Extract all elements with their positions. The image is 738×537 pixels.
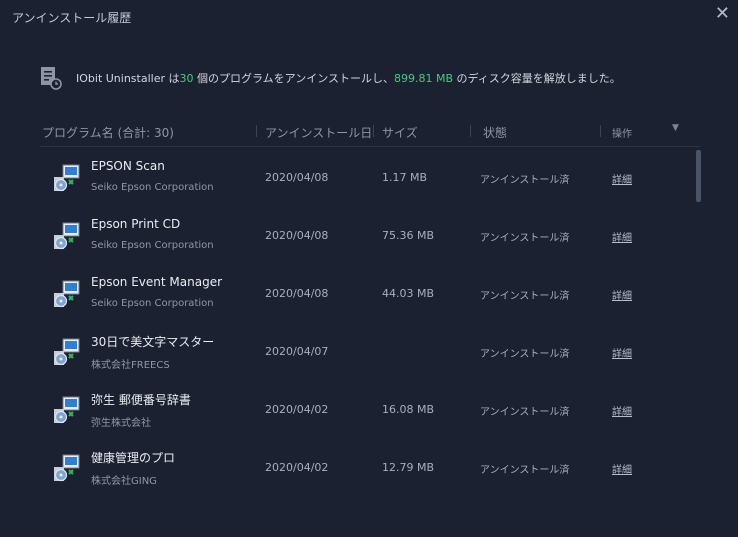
freed-size: 899.81 MB	[394, 72, 454, 85]
status-text: アンインストール済	[480, 349, 570, 360]
publisher: Seiko Epson Corporation	[91, 182, 214, 193]
uninstall-date: 2020/04/07	[265, 345, 329, 358]
program-size: 16.08 MB	[382, 403, 435, 416]
close-icon[interactable]: ✕	[715, 5, 730, 23]
uninstall-date: 2020/04/08	[265, 229, 329, 242]
status-text: アンインストール済	[480, 291, 570, 302]
installer-package-icon	[54, 396, 80, 424]
summary-mid: 個のプログラムをアンインストールし、	[197, 72, 395, 85]
column-divider	[256, 125, 257, 137]
status-text: アンインストール済	[480, 407, 570, 418]
summary-prefix: IObit Uninstaller は	[76, 72, 180, 85]
installer-package-icon	[54, 164, 80, 192]
history-list: EPSON Scan Seiko Epson Corporation 2020/…	[40, 147, 696, 495]
uninstall-date: 2020/04/02	[265, 461, 329, 474]
header-size[interactable]: サイズ	[382, 124, 418, 141]
program-size: 75.36 MB	[382, 229, 435, 242]
program-name: 弥生 郵便番号辞書	[91, 393, 191, 407]
status-text: アンインストール済	[480, 465, 570, 476]
table-row[interactable]: EPSON Scan Seiko Epson Corporation 2020/…	[40, 147, 696, 205]
status-text: アンインストール済	[480, 233, 570, 244]
window-title: アンインストール履歴	[12, 11, 132, 25]
publisher: 弥生株式会社	[91, 418, 151, 429]
table-row[interactable]: Epson Print CD Seiko Epson Corporation 2…	[40, 205, 696, 263]
title-bar: アンインストール履歴 ✕	[0, 0, 738, 32]
summary-text: IObit Uninstaller は30 個のプログラムをアンインストールし、…	[76, 70, 621, 86]
program-name: Epson Print CD	[91, 217, 181, 231]
header-program[interactable]: プログラム名 (合計: 30)	[42, 124, 174, 141]
table-row[interactable]: 弥生 郵便番号辞書 弥生株式会社 2020/04/02 16.08 MB アンイ…	[40, 379, 696, 437]
status-text: アンインストール済	[480, 175, 570, 186]
scrollbar-thumb[interactable]	[696, 150, 701, 202]
program-name: 健康管理のプロ	[91, 451, 176, 465]
details-link[interactable]: 詳細	[612, 403, 632, 418]
program-name: Epson Event Manager	[91, 275, 223, 289]
publisher: 株式会社GING	[91, 476, 157, 487]
details-link[interactable]: 詳細	[612, 171, 632, 186]
table-row[interactable]: 健康管理のプロ 株式会社GING 2020/04/02 12.79 MB アンイ…	[40, 437, 696, 495]
installer-package-icon	[54, 222, 80, 250]
program-size: 12.79 MB	[382, 461, 435, 474]
details-link[interactable]: 詳細	[612, 229, 632, 244]
header-status[interactable]: 状態	[483, 124, 507, 141]
table-row[interactable]: 30日で美文字マスター 株式会社FREECS 2020/04/07 アンインスト…	[40, 321, 696, 379]
scrollbar[interactable]	[696, 150, 702, 510]
details-link[interactable]: 詳細	[612, 461, 632, 476]
installer-package-icon	[54, 338, 80, 366]
publisher: Seiko Epson Corporation	[91, 240, 214, 251]
summary-banner: IObit Uninstaller は30 個のプログラムをアンインストールし、…	[40, 66, 621, 90]
summary-suffix: のディスク容量を解放しました。	[456, 72, 621, 85]
program-size: 44.03 MB	[382, 287, 435, 300]
publisher: 株式会社FREECS	[91, 360, 170, 371]
column-divider	[373, 125, 374, 137]
sort-dropdown-icon[interactable]: ▼	[672, 123, 679, 133]
details-link[interactable]: 詳細	[612, 287, 632, 302]
details-link[interactable]: 詳細	[612, 345, 632, 360]
table-row[interactable]: Epson Event Manager Seiko Epson Corporat…	[40, 263, 696, 321]
program-size: 1.17 MB	[382, 171, 428, 184]
uninstall-date: 2020/04/08	[265, 287, 329, 300]
header-date[interactable]: アンインストール日	[265, 124, 372, 141]
table-header: プログラム名 (合計: 30) アンインストール日 サイズ 状態 操作 ▼	[40, 116, 700, 147]
column-divider	[470, 125, 471, 137]
program-name: 30日で美文字マスター	[91, 335, 215, 349]
document-clock-icon	[41, 67, 62, 90]
installer-package-icon	[54, 280, 80, 308]
uninstall-date: 2020/04/08	[265, 171, 329, 184]
header-action[interactable]: 操作	[612, 125, 632, 140]
installer-package-icon	[54, 454, 80, 482]
publisher: Seiko Epson Corporation	[91, 298, 214, 309]
uninstall-date: 2020/04/02	[265, 403, 329, 416]
program-name: EPSON Scan	[91, 159, 165, 173]
uninstall-count: 30	[179, 72, 194, 85]
column-divider	[600, 125, 601, 137]
